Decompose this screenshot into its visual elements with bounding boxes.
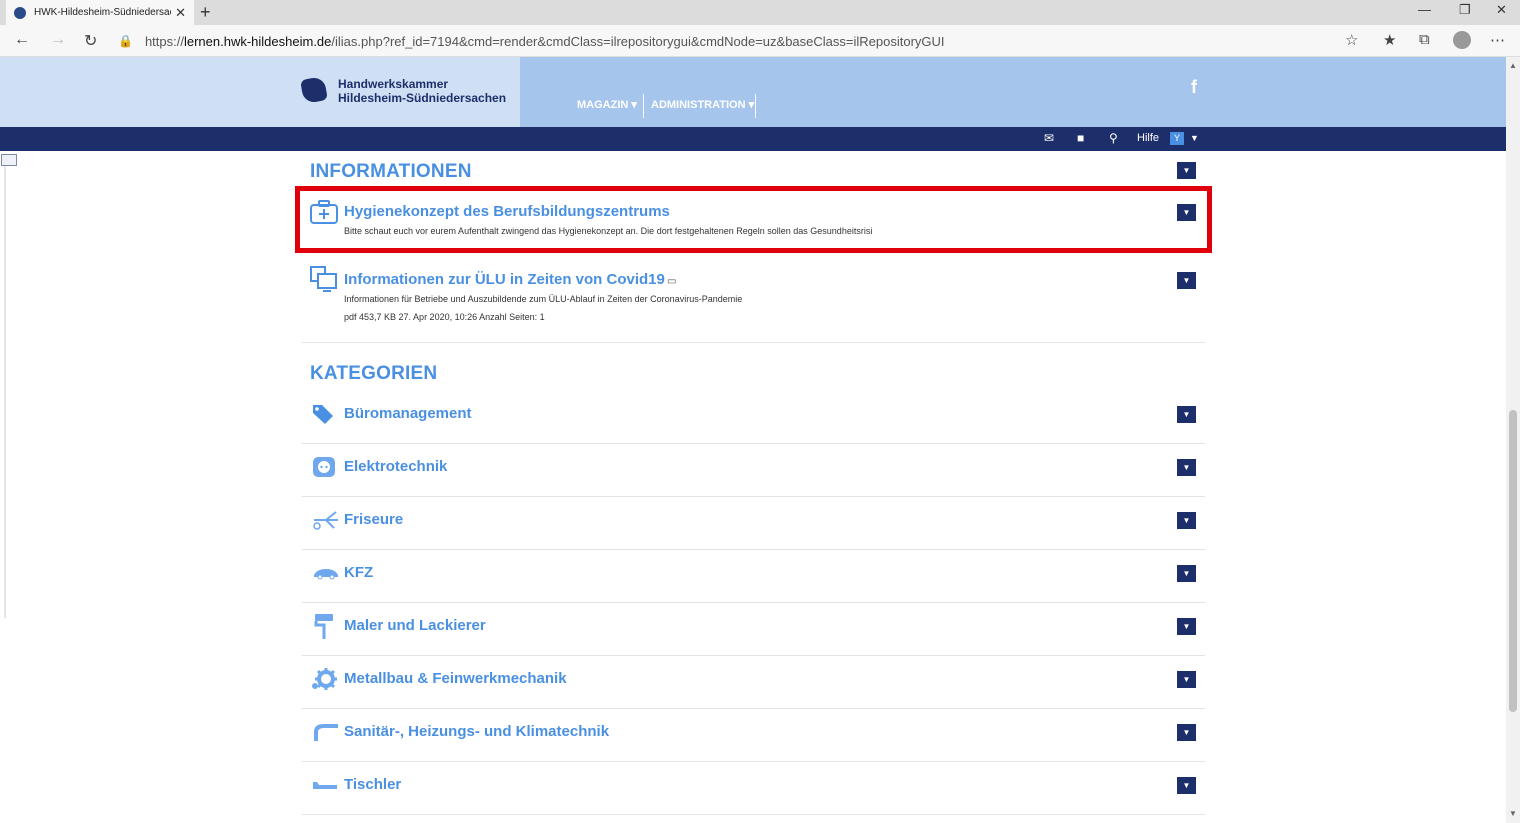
browser-tab[interactable]: HWK-Hildesheim-Südniedersach ✕ [6,0,194,25]
item-covid-props: pdf 453,7 KB 27. Apr 2020, 10:26 Anzahl … [344,312,545,322]
scissors-icon [313,511,338,530]
left-rail [4,160,6,618]
user-menu-caret-icon[interactable]: ▼ [1190,133,1199,143]
file-icon [310,266,337,292]
category-bueromanagement[interactable]: Büromanagement [344,405,472,422]
paint-roller-icon [314,614,333,639]
minimize-icon[interactable]: — [1418,2,1431,17]
plane-tool-icon [313,782,337,789]
informationen-heading: INFORMATIONEN [310,161,472,182]
divider [302,602,1205,603]
section-actions-dropdown[interactable]: ▼ [1177,162,1196,179]
facebook-icon[interactable]: f [1191,77,1197,98]
collections-icon[interactable]: ⧉ [1419,31,1430,48]
car-icon [314,569,338,580]
menu-divider [755,94,756,118]
item-covid-desc: Informationen für Betriebe und Auszubild… [344,294,743,304]
vertical-scrollbar[interactable]: ▲ ▼ [1506,57,1520,823]
lock-icon: 🔒 [118,34,133,48]
mail-icon[interactable]: ✉ [1044,131,1054,145]
menu-magazin[interactable]: MAGAZIN ▾ [577,98,637,111]
reload-icon[interactable]: ↻ [84,31,97,51]
more-icon[interactable]: ⋯ [1490,31,1505,49]
favorites-icon[interactable]: ★ [1383,31,1396,49]
menu-divider [643,94,644,118]
item-actions-dropdown[interactable]: ▼ [1177,204,1196,221]
category-tischler[interactable]: Tischler [344,776,401,793]
category-metallbau[interactable]: Metallbau & Feinwerkmechanik [344,670,567,687]
back-icon[interactable]: ← [14,31,30,49]
logo-line1: Handwerkskammer [338,77,449,91]
scroll-up-icon[interactable]: ▲ [1509,61,1517,70]
logo-line2: Hildesheim-Südniedersachen [338,91,507,105]
divider [302,708,1205,709]
item-hygienekonzept-title[interactable]: Hygienekonzept des Berufsbildungszentrum… [344,203,670,220]
item-actions-dropdown[interactable]: ▼ [1177,272,1196,289]
search-icon[interactable]: ⚲ [1109,131,1118,145]
chat-icon[interactable]: ■ [1077,131,1084,145]
category-actions-dropdown[interactable]: ▼ [1177,512,1196,529]
browser-tabbar: HWK-Hildesheim-Südniedersach ✕ + — ❐ ✕ [0,0,1520,25]
divider [302,443,1205,444]
divider [302,814,1205,815]
category-sanitaer[interactable]: Sanitär-, Heizungs- und Klimatechnik [344,723,609,740]
scrollbar-thumb[interactable] [1509,410,1517,712]
category-actions-dropdown[interactable]: ▼ [1177,565,1196,582]
divider [302,655,1205,656]
scroll-down-icon[interactable]: ▼ [1509,809,1517,818]
favorite-star-icon[interactable]: ☆ [1345,31,1358,49]
category-actions-dropdown[interactable]: ▼ [1177,459,1196,476]
power-socket-icon [313,457,335,477]
help-link[interactable]: Hilfe [1137,132,1159,144]
url-host: lernen.hwk-hildesheim.de [183,33,332,49]
category-actions-dropdown[interactable]: ▼ [1177,618,1196,635]
url-path: /ilias.php?ref_id=7194&cmd=render&cmdCla… [331,33,945,49]
tab-close-icon[interactable]: ✕ [175,5,186,21]
profile-avatar[interactable] [1453,31,1471,49]
main-toolbar [0,127,1506,151]
favicon-icon [14,6,26,19]
gear-icon [312,668,337,690]
offline-icon: ▭ [667,276,677,287]
tab-title: HWK-Hildesheim-Südniedersach [34,7,172,18]
menu-administration[interactable]: ADMINISTRATION ▾ [651,98,754,111]
category-actions-dropdown[interactable]: ▼ [1177,671,1196,688]
address-bar[interactable]: 🔒 https://lernen.hwk-hildesheim.de/ilias… [118,29,1368,53]
divider [302,549,1205,550]
category-elektrotechnik[interactable]: Elektrotechnik [344,458,447,475]
tree-toggle-icon[interactable] [1,154,17,166]
browser-toolbar: ← → ↻ 🔒 https://lernen.hwk-hildesheim.de… [0,25,1520,57]
category-kfz[interactable]: KFZ [344,564,373,581]
divider [302,342,1205,343]
category-actions-dropdown[interactable]: ▼ [1177,777,1196,794]
header-menu-area [520,57,1506,127]
kategorien-heading: KATEGORIEN [310,363,438,384]
item-hygienekonzept-desc: Bitte schaut euch vor eurem Aufenthalt z… [344,226,873,236]
item-covid-title[interactable]: Informationen zur ÜLU in Zeiten von Covi… [344,271,665,288]
first-aid-kit-icon [310,200,338,224]
category-actions-dropdown[interactable]: ▼ [1177,724,1196,741]
divider [302,496,1205,497]
forward-icon[interactable]: → [50,31,66,49]
category-actions-dropdown[interactable]: ▼ [1177,406,1196,423]
category-friseure[interactable]: Friseure [344,511,403,528]
url-prefix: https:// [144,33,184,49]
category-maler-lackierer[interactable]: Maler und Lackierer [344,617,486,634]
divider [302,761,1205,762]
faucet-icon [314,724,338,741]
new-tab-button[interactable]: + [200,2,211,23]
user-avatar[interactable]: Y [1170,132,1184,145]
window-close-icon[interactable]: ✕ [1496,2,1507,18]
tag-icon [313,405,333,424]
restore-icon[interactable]: ❐ [1459,2,1471,18]
hwk-logo-text[interactable]: Handwerkskammer Hildesheim-Südniedersach… [338,77,506,105]
